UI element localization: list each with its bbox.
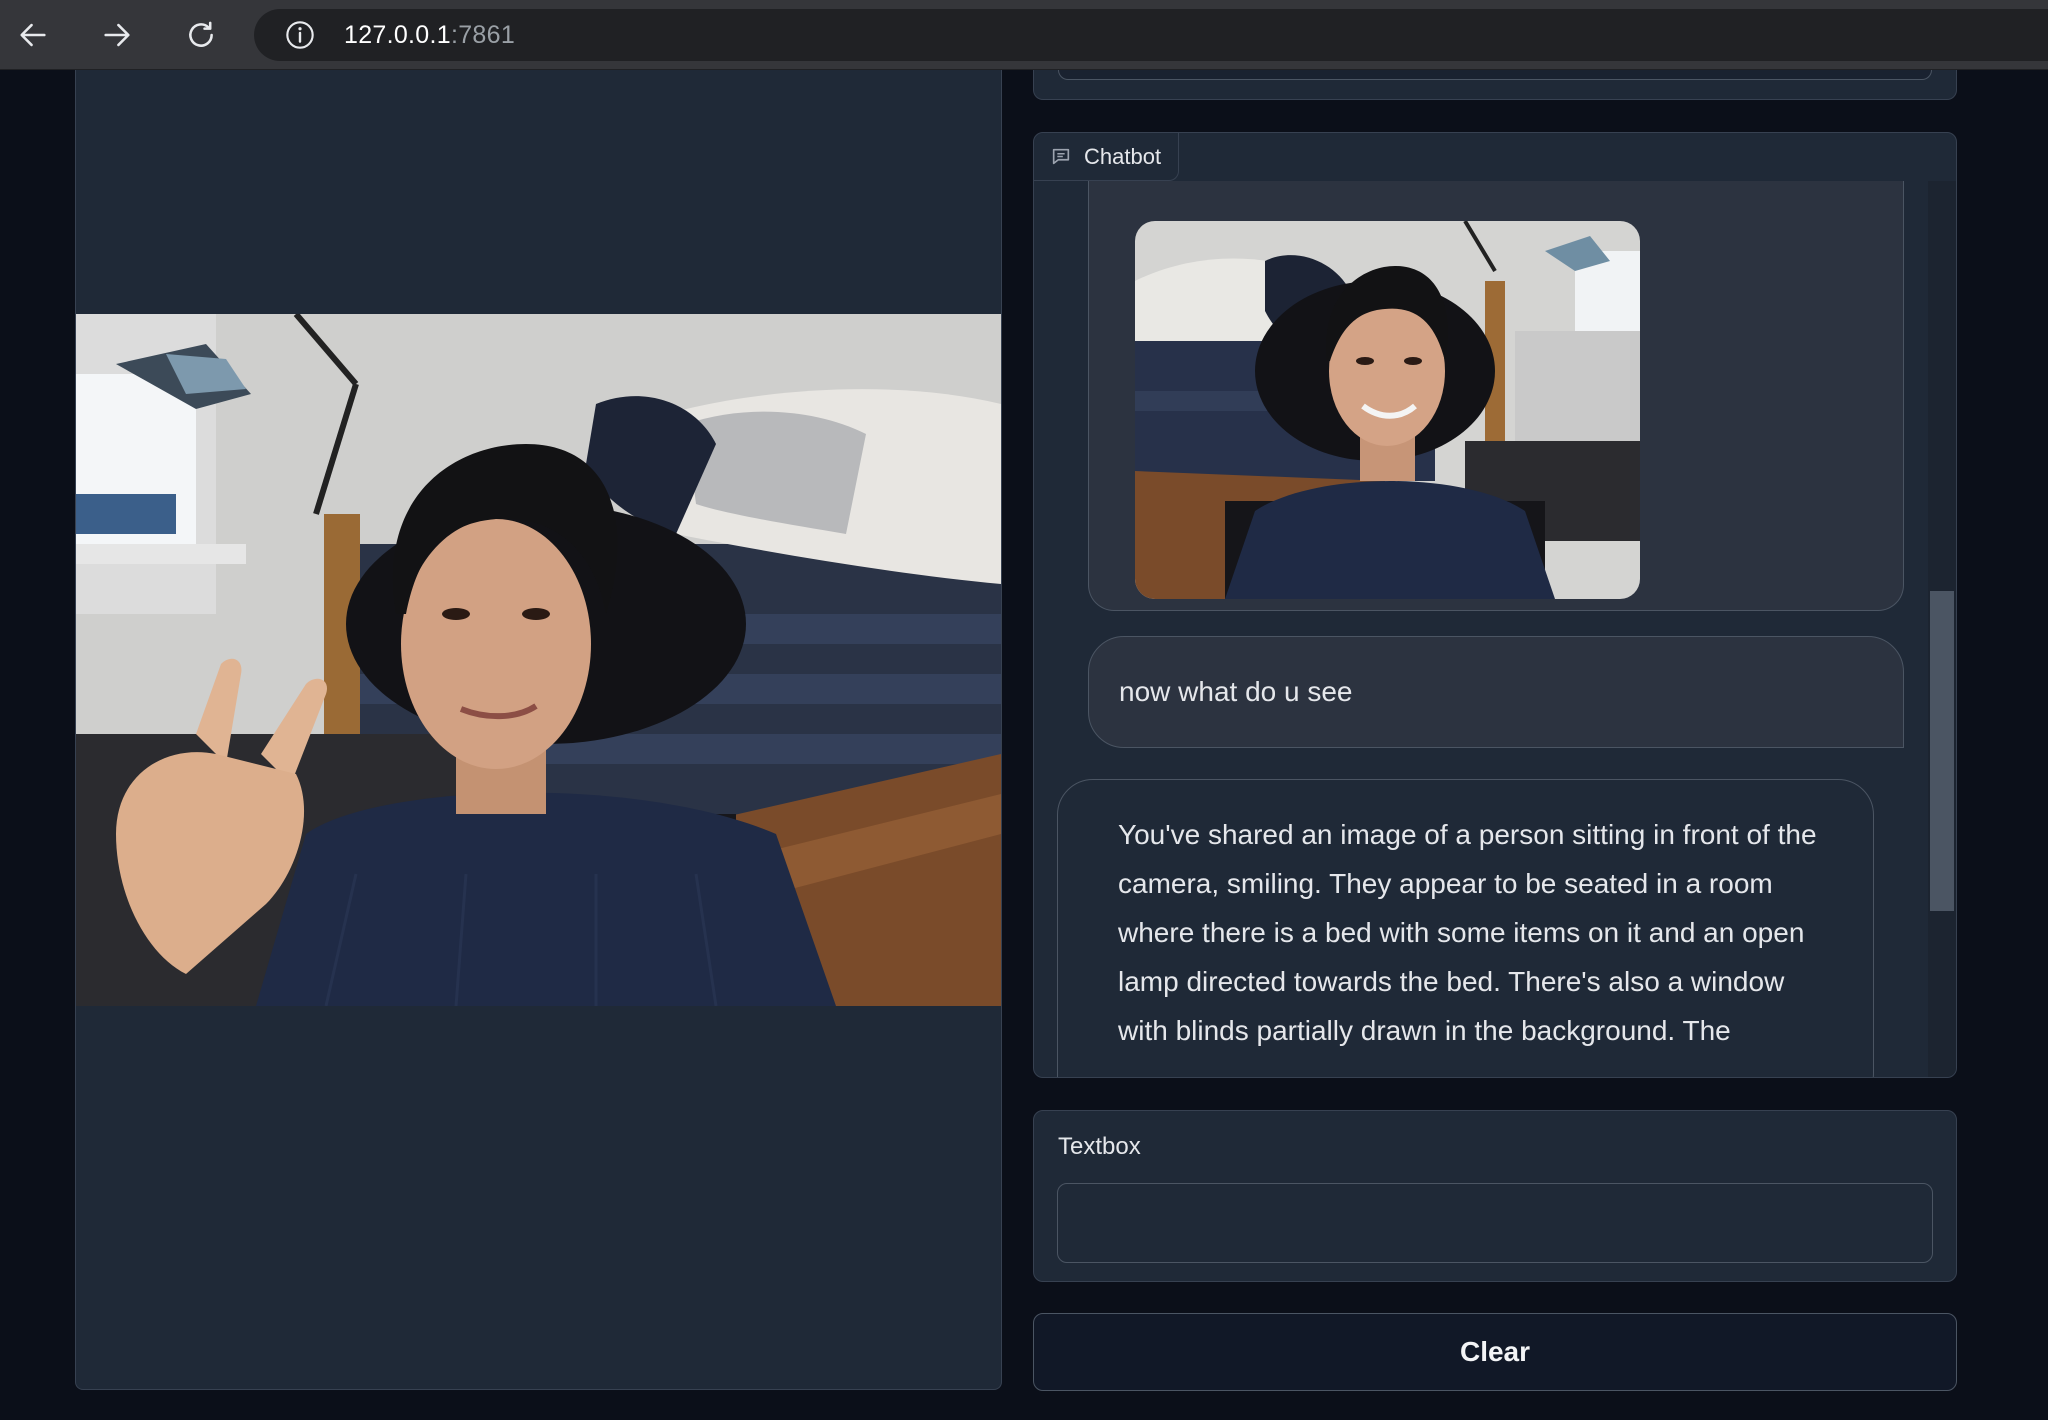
chatbot-label-text: Chatbot: [1084, 143, 1162, 169]
webcam-snapshot-image: [1135, 221, 1640, 599]
user-image-message: [1088, 181, 1904, 611]
textbox-block: Textbox: [1033, 1110, 1957, 1282]
chat-messages[interactable]: now what do u see You've shared an image…: [1034, 181, 1956, 1077]
chat-bubble-icon: [1052, 148, 1070, 164]
clear-button[interactable]: Clear: [1033, 1313, 1957, 1391]
webcam-panel: [75, 70, 1002, 1390]
reload-button[interactable]: [178, 12, 224, 58]
assistant-message-text: You've shared an image of a person sitti…: [1118, 819, 1817, 1046]
forward-button[interactable]: [94, 12, 140, 58]
webcam-image: [76, 314, 1001, 1006]
chatbot-panel: Chatbot now what do u see You've shared …: [1033, 132, 1957, 1078]
user-text-message: now what do u see: [1088, 636, 1904, 748]
gradio-app: Chatbot now what do u see You've shared …: [0, 70, 2048, 1420]
reload-icon: [189, 21, 213, 47]
address-bar[interactable]: 127.0.0.1:7861: [254, 9, 2048, 61]
assistant-message: You've shared an image of a person sitti…: [1057, 779, 1874, 1077]
back-button[interactable]: [10, 12, 56, 58]
user-message-text: now what do u see: [1119, 676, 1353, 707]
site-info-icon[interactable]: [284, 19, 316, 51]
top-component-inner: [1058, 70, 1932, 80]
back-arrow-icon: [20, 23, 46, 47]
browser-toolbar: 127.0.0.1:7861: [0, 0, 2048, 70]
chatbot-label: Chatbot: [1034, 133, 1179, 181]
user-image-thumbnail[interactable]: [1135, 221, 1640, 599]
textbox-label: Textbox: [1058, 1133, 1141, 1160]
chat-scrollbar[interactable]: [1928, 181, 1956, 1077]
webcam-feed: [76, 314, 1001, 1006]
url-text: 127.0.0.1:7861: [344, 21, 515, 50]
url-port: :7861: [450, 20, 516, 49]
message-input[interactable]: [1057, 1183, 1933, 1263]
top-component-block: [1033, 70, 1957, 100]
forward-arrow-icon: [104, 23, 130, 47]
chat-scrollbar-thumb[interactable]: [1930, 591, 1954, 911]
url-host: 127.0.0.1: [344, 20, 451, 49]
